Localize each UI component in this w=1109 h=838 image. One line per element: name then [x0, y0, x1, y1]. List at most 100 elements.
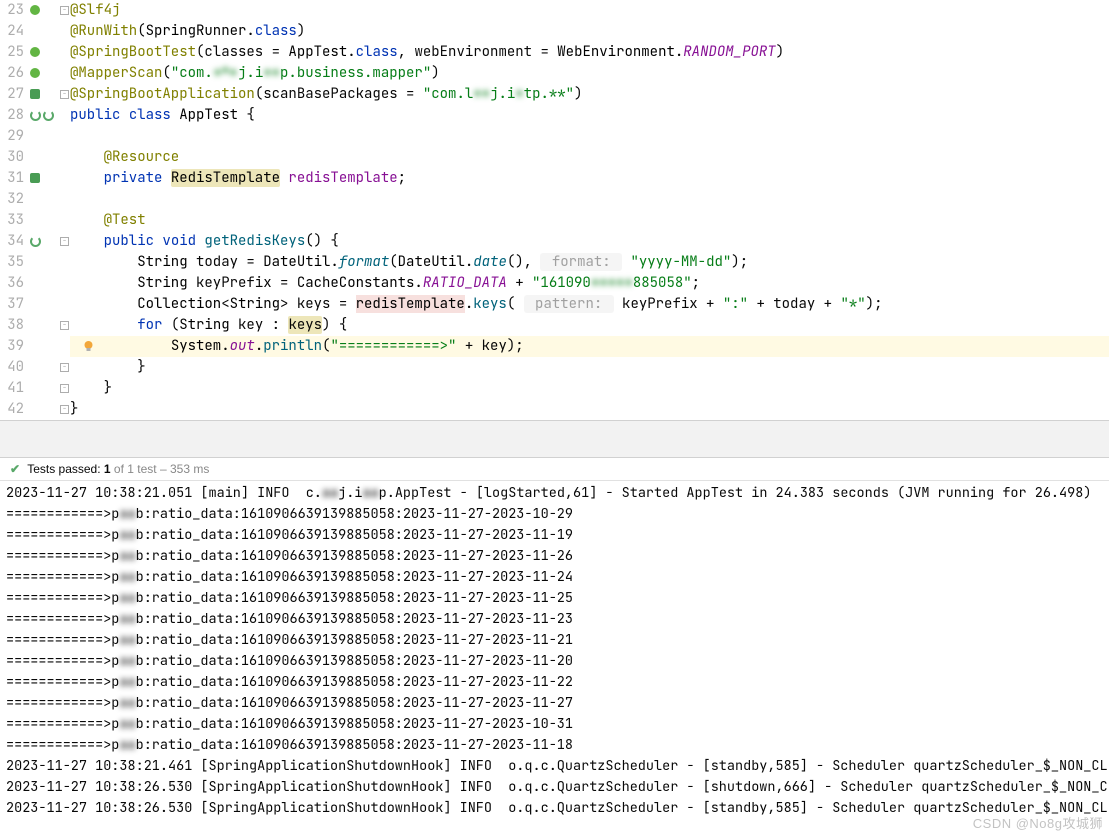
- code-line[interactable]: -}: [70, 399, 1109, 420]
- code-token: + today +: [748, 295, 840, 313]
- console-line: ============>paab:ratio_data:16109066391…: [6, 567, 1103, 588]
- line-number: 28: [0, 105, 24, 126]
- code-token: println: [263, 337, 322, 355]
- code-line[interactable]: -@SpringBootApplication(scanBasePackages…: [70, 84, 1109, 105]
- code-token: @Test: [104, 211, 146, 229]
- code-area[interactable]: -@Slf4j@RunWith(SpringRunner.class)@Spri…: [70, 0, 1109, 420]
- gutter-markers[interactable]: [30, 126, 70, 147]
- code-token: j.i: [238, 64, 263, 82]
- gutter-marker-icon[interactable]: [30, 110, 41, 121]
- gutter-markers[interactable]: [30, 252, 70, 273]
- code-token: .: [221, 337, 229, 355]
- code-line[interactable]: System.out.println("============>" + key…: [70, 336, 1109, 357]
- code-token: ;: [692, 274, 700, 292]
- gutter-markers[interactable]: [30, 105, 70, 126]
- fold-toggle-icon[interactable]: -: [60, 6, 69, 15]
- code-line[interactable]: @MapperScan("com.***j.i**p.business.mapp…: [70, 63, 1109, 84]
- gutter-marker-icon[interactable]: [30, 89, 40, 99]
- tests-passed-count: 1: [104, 462, 111, 476]
- line-number: 38: [0, 315, 24, 336]
- fold-toggle-icon[interactable]: -: [60, 321, 69, 330]
- code-token: [70, 316, 137, 334]
- code-token: @Slf4j: [70, 1, 120, 19]
- gutter-markers[interactable]: [30, 189, 70, 210]
- code-token: }: [70, 400, 78, 418]
- code-line[interactable]: @SpringBootTest(classes = AppTest.class,…: [70, 42, 1109, 63]
- gutter-marker-icon[interactable]: [30, 236, 41, 247]
- gutter-marker-icon[interactable]: [30, 47, 40, 57]
- gutter-marker-icon[interactable]: [43, 110, 54, 121]
- code-line[interactable]: String today = DateUtil.format(DateUtil.…: [70, 252, 1109, 273]
- code-token: redisTemplate: [356, 295, 465, 313]
- code-token: class: [255, 22, 297, 40]
- code-line[interactable]: private RedisTemplate redisTemplate;: [70, 168, 1109, 189]
- gutter-markers[interactable]: [30, 273, 70, 294]
- gutter-markers[interactable]: [30, 168, 70, 189]
- fold-toggle-icon[interactable]: -: [60, 363, 69, 372]
- fold-toggle-icon[interactable]: -: [60, 384, 69, 393]
- code-token: webEnvironment: [414, 43, 540, 61]
- gutter-markers[interactable]: [30, 336, 70, 357]
- gutter-marker-icon[interactable]: [30, 173, 40, 183]
- code-token: today =: [188, 253, 264, 271]
- code-line[interactable]: @Resource: [70, 147, 1109, 168]
- code-line[interactable]: - for (String key : keys) {: [70, 315, 1109, 336]
- console-line: ============>paab:ratio_data:16109066391…: [6, 714, 1103, 735]
- gutter-markers[interactable]: [30, 210, 70, 231]
- code-token: RANDOM_PORT: [683, 43, 775, 61]
- gutter-markers[interactable]: [30, 21, 70, 42]
- code-token: }: [70, 379, 112, 397]
- fold-toggle-icon[interactable]: -: [60, 237, 69, 246]
- line-number: 31: [0, 168, 24, 189]
- code-token: [70, 253, 137, 271]
- line-number: 32: [0, 189, 24, 210]
- code-line[interactable]: - }: [70, 357, 1109, 378]
- gutter-markers[interactable]: [30, 294, 70, 315]
- code-token: WebEnvironment: [557, 43, 675, 61]
- line-number: 29: [0, 126, 24, 147]
- code-editor[interactable]: 2324252627282930313233343536373839404142…: [0, 0, 1109, 420]
- gutter-markers[interactable]: [30, 147, 70, 168]
- code-token: }: [70, 358, 146, 376]
- code-line[interactable]: Collection<String> keys = redisTemplate.…: [70, 294, 1109, 315]
- code-line[interactable]: public class AppTest {: [70, 105, 1109, 126]
- code-line[interactable]: @RunWith(SpringRunner.class): [70, 21, 1109, 42]
- code-token: .: [465, 253, 473, 271]
- code-token: SpringRunner: [146, 22, 247, 40]
- code-line[interactable]: @Test: [70, 210, 1109, 231]
- code-line[interactable]: String keyPrefix = CacheConstants.RATIO_…: [70, 273, 1109, 294]
- code-token: CacheConstants: [297, 274, 415, 292]
- code-line[interactable]: - }: [70, 378, 1109, 399]
- code-token: keyPrefix =: [188, 274, 297, 292]
- code-token: public: [104, 232, 163, 250]
- code-line[interactable]: - public void getRedisKeys() {: [70, 231, 1109, 252]
- gutter-marker-icon[interactable]: [30, 68, 40, 78]
- code-line[interactable]: [70, 189, 1109, 210]
- code-line[interactable]: -@Slf4j: [70, 0, 1109, 21]
- code-token: String: [230, 295, 280, 313]
- panel-divider[interactable]: [0, 420, 1109, 458]
- code-token: DateUtil: [263, 253, 330, 271]
- console-line: ============>paab:ratio_data:16109066391…: [6, 672, 1103, 693]
- code-token: {: [238, 106, 255, 124]
- code-token: +: [507, 274, 532, 292]
- fold-toggle-icon[interactable]: -: [60, 90, 69, 99]
- code-token: (: [162, 64, 170, 82]
- gutter-marker-icon[interactable]: [30, 5, 40, 15]
- code-token: for: [137, 316, 171, 334]
- gutter-markers[interactable]: [30, 42, 70, 63]
- watermark: CSDN @No8g攻城狮: [973, 813, 1103, 832]
- gutter-markers[interactable]: [30, 63, 70, 84]
- code-token: ;: [515, 337, 523, 355]
- code-token: @RunWith: [70, 22, 137, 40]
- code-token: format: [339, 253, 389, 271]
- console-output[interactable]: 2023-11-27 10:38:21.051 [main] INFO c.aa…: [0, 481, 1109, 819]
- fold-toggle-icon[interactable]: -: [60, 405, 69, 414]
- console-line: 2023-11-27 10:38:21.051 [main] INFO c.aa…: [6, 483, 1103, 504]
- code-token: **: [263, 63, 280, 84]
- line-number: 41: [0, 378, 24, 399]
- code-line[interactable]: [70, 126, 1109, 147]
- line-number: 34: [0, 231, 24, 252]
- code-token: class: [129, 106, 179, 124]
- code-token: **: [473, 84, 490, 105]
